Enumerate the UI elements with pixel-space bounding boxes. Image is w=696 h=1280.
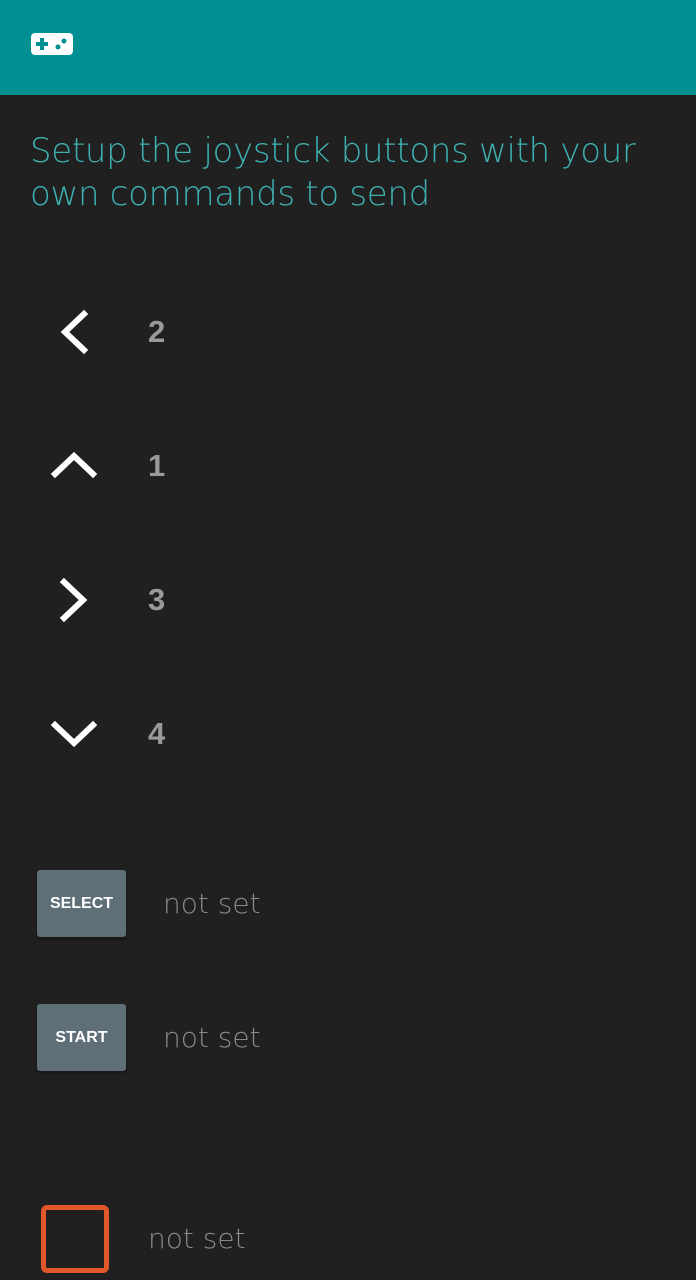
app-bar (0, 0, 696, 95)
direction-row-left: 2 (0, 297, 696, 367)
page-heading: Setup the joystick buttons with your own… (30, 131, 636, 214)
square-command-value[interactable]: not set (148, 1222, 246, 1255)
right-command-value[interactable]: 3 (148, 582, 165, 618)
direction-row-right: 3 (0, 565, 696, 635)
direction-row-down: 4 (0, 699, 696, 769)
chevron-up-icon (50, 451, 98, 479)
right-button[interactable] (42, 565, 106, 635)
select-command-value[interactable]: not set (163, 887, 261, 920)
direction-row-up: 1 (0, 431, 696, 501)
start-command-value[interactable]: not set (163, 1021, 261, 1054)
chevron-down-icon (50, 720, 98, 748)
up-command-value[interactable]: 1 (148, 448, 165, 484)
square-icon[interactable] (41, 1205, 109, 1273)
gamepad-icon (31, 33, 73, 55)
chevron-left-icon (60, 309, 89, 355)
left-command-value[interactable]: 2 (148, 314, 165, 350)
start-button[interactable]: START (37, 1004, 126, 1071)
left-button[interactable] (42, 297, 106, 367)
select-button[interactable]: SELECT (37, 870, 126, 937)
down-command-value[interactable]: 4 (148, 716, 165, 752)
up-button[interactable] (42, 431, 106, 501)
chevron-right-icon (59, 577, 88, 623)
down-button[interactable] (42, 699, 106, 769)
